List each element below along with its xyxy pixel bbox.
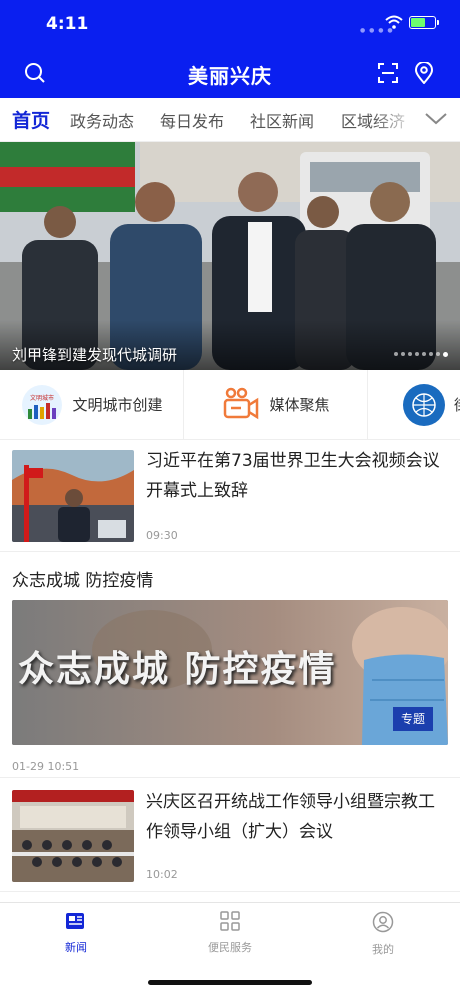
tab-government[interactable]: 政务动态	[70, 108, 134, 132]
scan-icon[interactable]	[377, 62, 399, 84]
tabbar-services[interactable]: 便民服务	[190, 911, 270, 955]
camera-icon	[224, 387, 259, 419]
wifi-icon	[385, 15, 403, 29]
news-item[interactable]: 习近平在第73届世界卫生大会视频会议开幕式上致辞 09:30	[0, 440, 460, 552]
banner-carousel[interactable]	[0, 142, 460, 370]
app-header: 4:11 ● ● ● ● 美丽兴庆	[0, 0, 460, 98]
battery-icon	[409, 15, 439, 29]
home-indicator	[148, 980, 312, 985]
topic-image-text: 众志成城 防控疫情	[18, 649, 337, 690]
topic-time: 01-29 10:51	[12, 760, 80, 773]
location-icon[interactable]	[414, 62, 434, 84]
civilized-city-logo: 文明城市	[21, 384, 62, 425]
chevron-down-icon[interactable]	[425, 112, 447, 126]
tab-home[interactable]: 首页	[12, 106, 50, 133]
tabbar-profile[interactable]: 我的	[343, 911, 423, 957]
news-thumbnail	[12, 790, 134, 882]
news-thumbnail	[12, 450, 134, 542]
user-icon	[372, 911, 394, 933]
channel-label: 文明城市创建	[72, 395, 163, 414]
channel-street[interactable]: 街	[368, 370, 460, 439]
news-time: 10:02	[146, 868, 178, 881]
tabbar-label: 我的	[372, 943, 394, 956]
tab-daily[interactable]: 每日发布	[160, 108, 224, 132]
channel-label: 媒体聚焦	[269, 395, 330, 414]
channel-civilized-city[interactable]: 文明城市 文明城市创建	[0, 370, 184, 439]
tabbar-news[interactable]: 新闻	[36, 911, 116, 955]
tab-community[interactable]: 社区新闻	[250, 108, 314, 132]
channel-label: 街	[454, 395, 460, 415]
topic-badge: 专题	[393, 707, 433, 731]
news-title: 兴庆区召开统战工作领导小组暨宗教工作领导小组（扩大）会议	[146, 792, 435, 842]
status-icons	[385, 15, 439, 29]
tabbar-label: 便民服务	[208, 941, 252, 954]
section-title: 众志成城 防控疫情	[12, 571, 154, 591]
news-item[interactable]: 兴庆区召开统战工作领导小组暨宗教工作领导小组（扩大）会议 10:02	[0, 778, 460, 892]
grid-icon	[220, 911, 240, 931]
banner-pagination	[394, 352, 448, 357]
channel-strip: 文明城市 文明城市创建 媒体聚焦 街	[0, 370, 460, 440]
category-tabs: 首页 政务动态 每日发布 社区新闻 区域经济	[0, 98, 460, 142]
svg-text:文明城市: 文明城市	[29, 394, 53, 402]
status-time: 4:11	[46, 14, 89, 34]
tabbar-label: 新闻	[65, 941, 87, 954]
news-icon	[66, 913, 84, 929]
banner-photo	[0, 142, 460, 370]
topic-image[interactable]: 众志成城 防控疫情	[12, 600, 448, 745]
news-title: 习近平在第73届世界卫生大会视频会议开幕式上致辞	[146, 451, 440, 501]
news-time: 09:30	[146, 529, 178, 542]
banner-caption[interactable]: 刘甲锋到建发现代城调研	[12, 344, 177, 365]
channel-media-focus[interactable]: 媒体聚焦	[184, 370, 368, 439]
globe-icon	[403, 383, 445, 426]
